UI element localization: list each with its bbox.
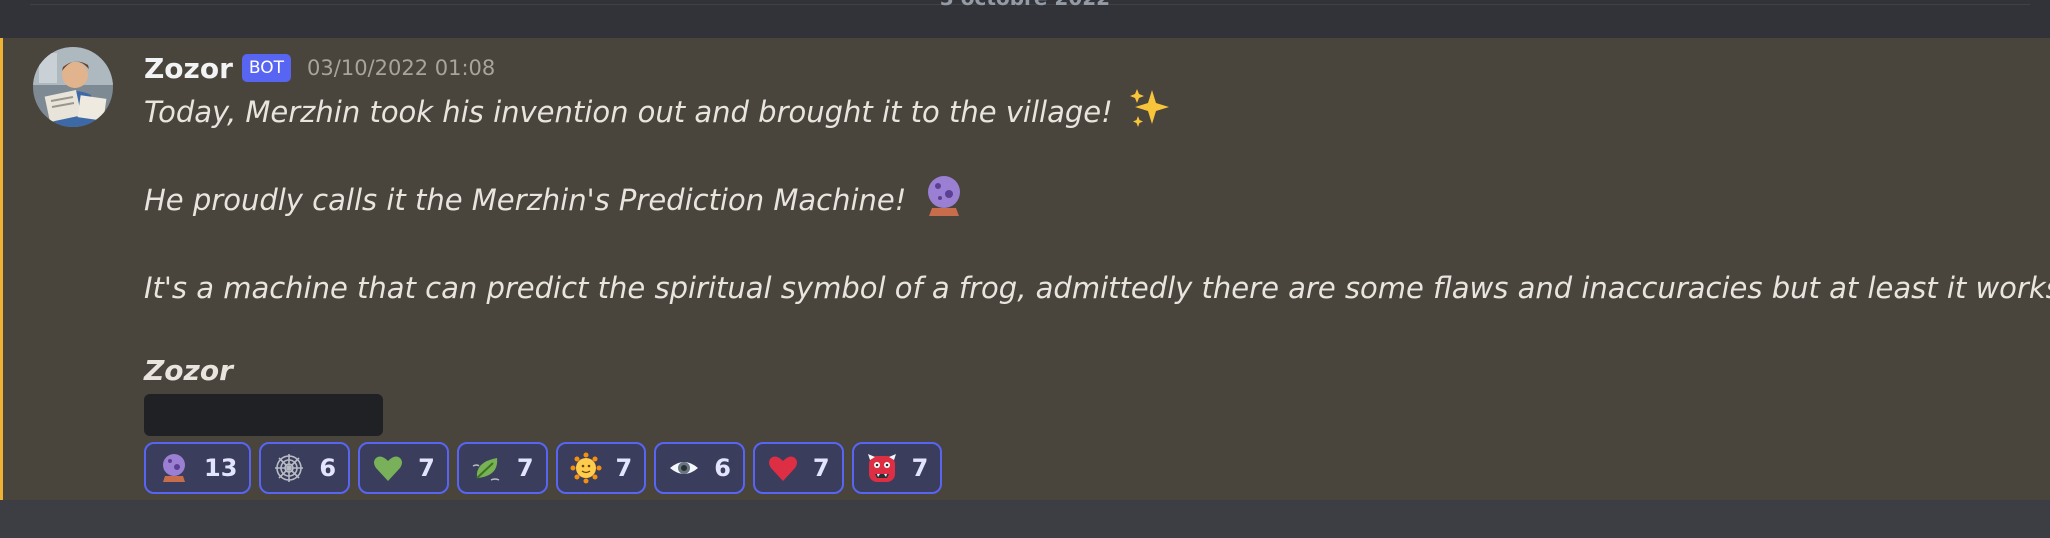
reaction-count: 13 [204,454,238,482]
crystal-ball-icon [922,174,966,230]
reaction-count: 7 [615,454,633,482]
message-header: Zozor BOT 03/10/2022 01:08 [144,48,495,88]
spider-web-icon [273,452,305,484]
sparkles-icon [1128,86,1172,142]
reaction-crystal-ball[interactable]: 13 [144,442,252,494]
reaction-count: 7 [516,454,534,482]
message-line-2: He proudly calls it the Merzhin's Predic… [144,174,2024,262]
message-line-1: Today, Merzhin took his invention out an… [144,86,2024,174]
reaction-count: 7 [418,454,435,482]
reaction-count: 6 [714,454,731,482]
username[interactable]: Zozor [144,52,233,85]
avatar[interactable] [33,47,113,127]
green-heart-icon [372,452,404,484]
reaction-eye[interactable]: 6 [654,442,745,494]
reaction-sun-face[interactable]: 7 [555,442,647,494]
timestamp[interactable]: 03/10/2022 01:08 [307,56,495,80]
reaction-green-heart[interactable]: 7 [358,442,449,494]
reaction-red-heart[interactable]: 7 [752,442,844,494]
eye-icon [668,452,700,484]
spoiler-block[interactable] [144,394,383,436]
message-line-3-text: It's a machine that can predict the spir… [144,271,2050,305]
message-content: Today, Merzhin took his invention out an… [144,86,2050,350]
message[interactable]: Zozor BOT 03/10/2022 01:08 Today, Merzhi… [0,38,2050,500]
reaction-count: 7 [911,454,929,482]
crystal-ball-icon [158,452,190,484]
reactions-bar: 13 6 7 7 7 6 7 7 [144,442,943,494]
reaction-count: 6 [319,454,337,482]
reaction-spider-web[interactable]: 6 [259,442,351,494]
signature: Zozor [144,354,233,387]
goblin-mask-icon [866,452,898,484]
bot-tag: BOT [241,54,292,82]
reaction-leaf-wind[interactable]: 7 [456,442,548,494]
red-heart-icon [767,452,799,484]
bottom-bar [0,500,2050,538]
leaf-wind-icon [471,452,503,484]
reaction-goblin-mask[interactable]: 7 [851,442,943,494]
message-line-1-text: Today, Merzhin took his invention out an… [144,95,1113,129]
date-divider: 3 octobre 2022 [0,0,2050,38]
sun-face-icon [570,452,602,484]
message-line-2-text: He proudly calls it the Merzhin's Predic… [144,183,907,217]
message-line-3: It's a machine that can predict the spir… [144,262,2050,350]
reaction-count: 7 [812,454,830,482]
divider-date: 3 octobre 2022 [0,0,2050,10]
